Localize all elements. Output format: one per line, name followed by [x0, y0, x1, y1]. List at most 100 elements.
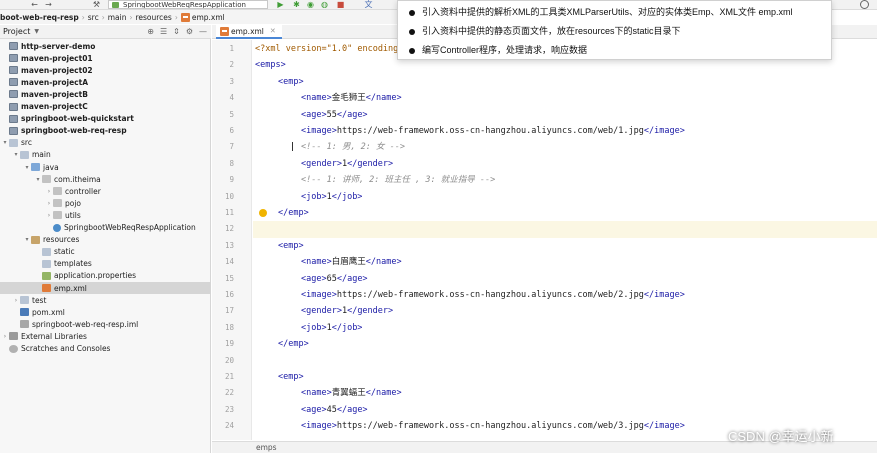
tree-item[interactable]: springboot-web-req-resp: [0, 125, 211, 137]
breadcrumb-resources[interactable]: resources: [135, 13, 171, 22]
tree-item[interactable]: maven-projectB: [0, 88, 211, 100]
tree-item-label: springboot-web-quickstart: [21, 114, 134, 124]
project-view-selector[interactable]: Project: [3, 27, 30, 36]
tree-item[interactable]: Scratches and Consoles: [0, 343, 211, 355]
gear-icon[interactable]: ⚙: [186, 27, 193, 36]
line-number: 3: [229, 76, 234, 86]
chevron-down-icon[interactable]: ▾: [23, 164, 31, 171]
build-hammer-icon[interactable]: ⚒: [92, 0, 101, 9]
close-icon[interactable]: ✕: [270, 27, 276, 35]
module-icon: [9, 78, 18, 87]
folder-icon: [42, 247, 51, 256]
tree-item[interactable]: maven-project02: [0, 64, 211, 76]
tree-item[interactable]: maven-projectC: [0, 101, 211, 113]
tree-item-label: springboot-web-req-resp.iml: [32, 319, 139, 329]
chevron-right-icon[interactable]: ›: [45, 212, 53, 219]
chevron-down-icon[interactable]: ▾: [12, 151, 20, 158]
xml-tag: <job>: [301, 322, 327, 333]
line-number: 1: [229, 44, 234, 53]
line-number: 18: [224, 322, 234, 332]
code-line: </emp>: [253, 336, 877, 352]
line-number: 16: [224, 290, 234, 299]
tree-item[interactable]: springboot-web-req-resp.iml: [0, 318, 211, 330]
tree-item[interactable]: › External Libraries: [0, 330, 211, 342]
tab-emp-xml[interactable]: emp.xml ✕: [216, 25, 282, 39]
xml-text: 青翼蝠王: [331, 388, 366, 399]
breadcrumb-separator: ›: [81, 12, 85, 22]
chevron-right-icon[interactable]: ›: [1, 333, 9, 340]
coverage-icon[interactable]: ◉: [306, 0, 315, 9]
tree-item[interactable]: SpringbootWebReqRespApplication: [0, 222, 211, 234]
tree-item[interactable]: http-server-demo: [0, 40, 211, 52]
code-line: [253, 221, 877, 238]
collapse-all-icon[interactable]: ☰: [160, 27, 167, 36]
tree-item[interactable]: ▾ main: [0, 149, 211, 161]
xml-tag: <gender>: [301, 158, 342, 169]
line-number: 9: [229, 175, 234, 185]
add-icon[interactable]: ⊕: [147, 27, 154, 36]
line-number-gutter: 1 2 3 4 5 6 7 8 9 10 11 12 13 14 15 16 17 18 19 20 21 22 23 24: [212, 40, 252, 440]
tree-item[interactable]: springboot-web-quickstart: [0, 113, 211, 125]
tree-item[interactable]: maven-projectA: [0, 76, 211, 88]
stop-icon[interactable]: ■: [336, 0, 345, 9]
tree-item[interactable]: ▾ resources: [0, 234, 211, 246]
hide-panel-icon[interactable]: —: [199, 27, 207, 36]
chevron-down-icon[interactable]: ▾: [34, 176, 42, 183]
xml-text: 45: [326, 404, 337, 415]
breadcrumb-main[interactable]: main: [108, 13, 127, 22]
tree-item-label: maven-projectC: [21, 102, 88, 111]
folder-icon: [20, 150, 29, 159]
intention-bulb-icon[interactable]: [259, 209, 267, 217]
back-icon[interactable]: ←: [30, 0, 39, 9]
chevron-down-icon[interactable]: ▾: [23, 236, 31, 243]
tree-item[interactable]: › utils: [0, 209, 211, 221]
code-line: <image>https://web-framework.oss-cn-hang…: [253, 287, 877, 303]
xml-text: https://web-framework.oss-cn-hangzhou.al…: [336, 290, 644, 300]
tree-item-label: src: [21, 138, 32, 148]
code-editor[interactable]: <?xml version="1.0" encoding="UTF-8" ?> <…: [253, 40, 877, 440]
class-icon: [53, 223, 61, 232]
xml-tag: <name>: [301, 388, 332, 399]
chevron-right-icon[interactable]: ›: [12, 297, 20, 304]
code-line: <image>https://web-framework.oss-cn-hang…: [253, 123, 877, 139]
forward-icon[interactable]: →: [44, 0, 53, 9]
debug-icon[interactable]: ✱: [292, 0, 301, 9]
search-everywhere-icon[interactable]: [860, 0, 869, 9]
code-line: <name>金毛狮王</name>: [253, 90, 877, 106]
line-number: 24: [224, 421, 234, 431]
breadcrumb-file[interactable]: emp.xml: [192, 13, 225, 22]
tree-item[interactable]: › pojo: [0, 197, 211, 209]
tree-item[interactable]: ▾ java: [0, 161, 211, 173]
xml-tag: </emp>: [278, 339, 309, 350]
tree-item[interactable]: › test: [0, 294, 211, 306]
run-icon[interactable]: ▶: [276, 0, 285, 9]
expand-all-icon[interactable]: ⇕: [173, 27, 180, 36]
chevron-right-icon[interactable]: ›: [45, 200, 53, 207]
profile-icon[interactable]: ◍: [320, 0, 329, 9]
tree-item[interactable]: application.properties: [0, 270, 211, 282]
xml-tag: <age>: [301, 404, 327, 415]
tree-item[interactable]: emp.xml: [0, 282, 211, 294]
chevron-down-icon[interactable]: ▾: [1, 139, 9, 146]
tree-item[interactable]: maven-project01: [0, 52, 211, 64]
tree-item[interactable]: ▾ com.itheima: [0, 173, 211, 185]
tree-item[interactable]: ▾ src: [0, 137, 211, 149]
xml-text: 金毛狮王: [331, 93, 366, 104]
line-number: 2: [229, 60, 234, 70]
translate-icon[interactable]: 文: [364, 0, 373, 9]
breadcrumb-project[interactable]: boot-web-req-resp: [0, 13, 79, 22]
run-configuration-selector[interactable]: SpringbootWebReqRespApplication: [108, 0, 268, 9]
tree-item-label: static: [54, 247, 75, 257]
xml-comment: <!-- 1: 男, 2: 女 -->: [301, 142, 405, 153]
chevron-right-icon[interactable]: ›: [45, 188, 53, 195]
tree-item[interactable]: templates: [0, 258, 211, 270]
tree-item[interactable]: static: [0, 246, 211, 258]
tree-item-label: templates: [54, 259, 92, 269]
note-bullet-item: 编写Controller程序，处理请求，响应数据: [408, 41, 821, 60]
tree-item[interactable]: › controller: [0, 185, 211, 197]
breadcrumb-src[interactable]: src: [88, 13, 99, 22]
chevron-down-icon[interactable]: ▼: [34, 28, 39, 35]
line-number: 14: [224, 257, 234, 267]
tree-item[interactable]: pom.xml: [0, 306, 211, 318]
tree-item-label: controller: [65, 186, 101, 196]
